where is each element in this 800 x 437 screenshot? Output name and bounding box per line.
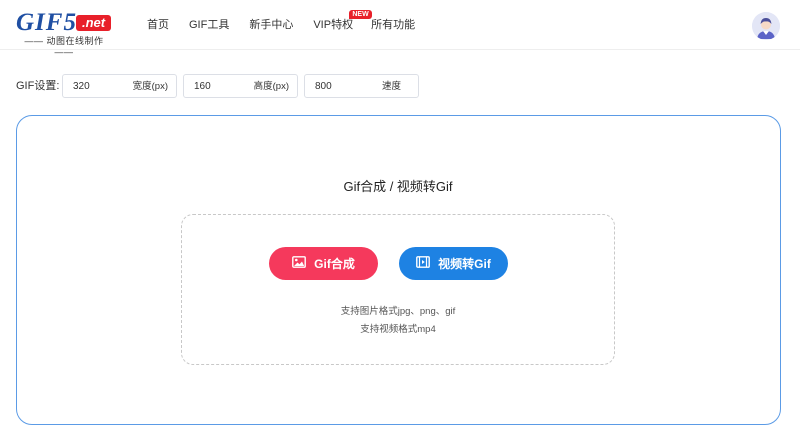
nav-item-vip[interactable]: VIP特权 NEW xyxy=(313,10,372,33)
user-avatar-icon[interactable] xyxy=(752,12,780,40)
settings-label: GIF设置: xyxy=(16,80,60,92)
logo-badge: .net xyxy=(76,15,112,31)
site-logo[interactable]: GIF5 .net —— 动图在线制作 —— xyxy=(16,9,116,57)
card-title: Gif合成 / 视频转Gif xyxy=(343,179,453,194)
video-format-hint: 支持视频格式mp4 xyxy=(360,324,436,335)
header: GIF5 .net —— 动图在线制作 —— 首页 GIF工具 新手中心 VIP… xyxy=(0,0,800,57)
height-field[interactable]: 高度(px) xyxy=(183,74,298,98)
image-icon xyxy=(292,256,307,271)
logo-tagline: —— 动图在线制作 —— xyxy=(24,36,104,57)
gif-compose-button[interactable]: Gif合成 xyxy=(269,247,378,280)
nav-item-home[interactable]: 首页 xyxy=(147,17,169,33)
width-input[interactable] xyxy=(73,79,133,94)
upload-card: Gif合成 / 视频转Gif Gif合成 视频转Gif 支持图片格式jpg、pn… xyxy=(16,115,781,425)
height-input[interactable] xyxy=(194,79,254,94)
speed-suffix: 速度 xyxy=(381,81,401,92)
video-to-gif-button[interactable]: 视频转Gif xyxy=(399,247,508,280)
image-format-hint: 支持图片格式jpg、png、gif xyxy=(340,306,456,317)
nav-item-vip-label: VIP特权 xyxy=(313,19,354,31)
width-field[interactable]: 宽度(px) xyxy=(62,74,177,98)
nav-item-all-features[interactable]: 所有功能 xyxy=(371,17,415,33)
nav-item-gif-tools[interactable]: GIF工具 xyxy=(189,17,229,33)
logo-text: GIF5 xyxy=(16,9,77,36)
speed-input[interactable] xyxy=(315,79,375,94)
upload-dropzone[interactable]: Gif合成 视频转Gif 支持图片格式jpg、png、gif 支持视频格式mp4 xyxy=(181,214,615,365)
speed-field[interactable]: 速度 xyxy=(304,74,419,98)
gif-compose-label: Gif合成 xyxy=(314,257,355,271)
height-suffix: 高度(px) xyxy=(253,81,289,92)
nav-item-beginner-center[interactable]: 新手中心 xyxy=(249,17,293,33)
film-icon xyxy=(416,256,431,271)
width-suffix: 宽度(px) xyxy=(132,81,168,92)
video-to-gif-label: 视频转Gif xyxy=(438,257,491,271)
main-nav: 首页 GIF工具 新手中心 VIP特权 NEW 所有功能 xyxy=(147,10,415,33)
new-badge: NEW xyxy=(349,10,372,19)
